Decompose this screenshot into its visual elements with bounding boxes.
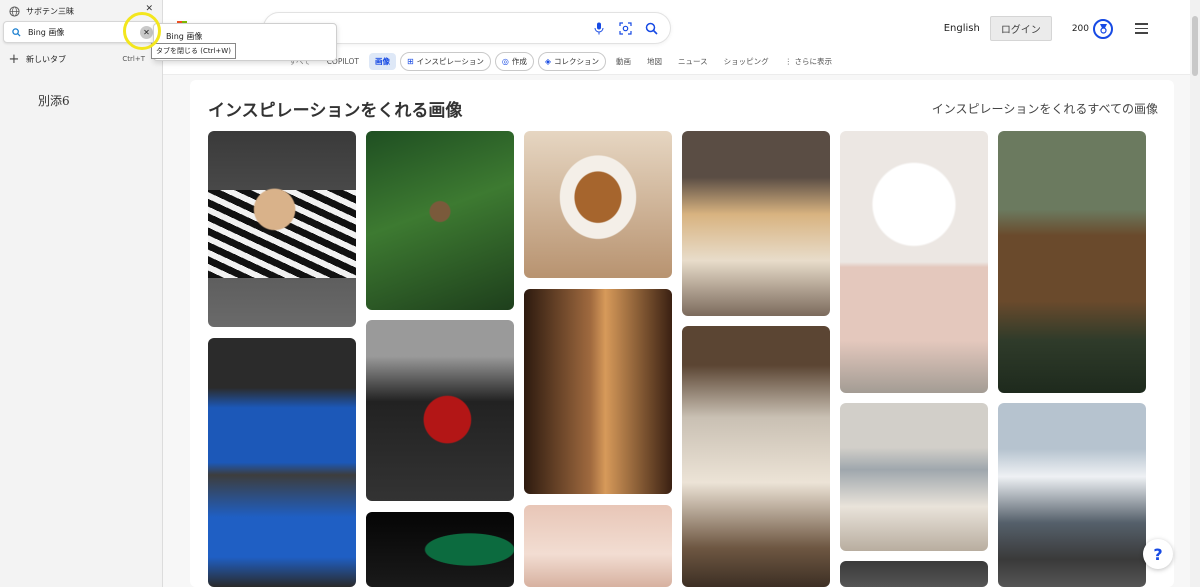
rewards-points[interactable]: 200	[1072, 24, 1089, 34]
inspiration-icon: ⊞	[406, 57, 414, 66]
annotation-note: 別添6	[38, 94, 70, 108]
image-tile-dog-car[interactable]	[208, 131, 356, 327]
image-tile-treehouse[interactable]	[998, 131, 1146, 393]
image-tile-bedroom[interactable]	[840, 403, 988, 551]
vertical-nav: すべて COPILOT 画像 ⊞ インスピレーション ◎ 作成 ◈ コレクション…	[283, 52, 838, 71]
nav-inspiration-label: インスピレーション	[416, 57, 484, 66]
nav-create[interactable]: ◎ 作成	[494, 52, 534, 71]
section-title: インスピレーションをくれる画像	[208, 101, 463, 121]
image-tile-motorcycle[interactable]	[366, 320, 514, 501]
bing-search-icon	[10, 26, 22, 38]
image-tile-poodle[interactable]	[840, 131, 988, 393]
preview-title: Bing 画像	[166, 32, 203, 41]
language-link[interactable]: English	[944, 23, 980, 34]
nav-create-label: 作成	[511, 57, 527, 66]
nav-collections-label: コレクション	[554, 57, 600, 66]
nav-images[interactable]: 画像	[368, 53, 396, 70]
screen: サボテン三昧 ✕ Bing 画像 ✕ + 新しいタブ Ctrl+T 別添6 En…	[0, 0, 1200, 587]
nav-news[interactable]: ニュース	[672, 53, 714, 70]
help-button[interactable]: ?	[1143, 539, 1173, 569]
menu-icon[interactable]	[1135, 23, 1148, 34]
nav-shopping[interactable]: ショッピング	[718, 53, 775, 70]
close-tab-tooltip: タブを閉じる (Ctrl+W)	[151, 43, 236, 59]
login-button[interactable]: ログイン	[989, 16, 1052, 41]
scrollbar-thumb[interactable]	[1192, 16, 1198, 76]
nav-more[interactable]: ⋮ さらに表示	[779, 53, 838, 70]
vertical-tab-sidebar: サボテン三昧 ✕ Bing 画像 ✕ + 新しいタブ Ctrl+T 別添6	[0, 0, 163, 587]
bing-images-page: English ログイン 200 すべて COPILOT 画像 ⊞ インスピレー…	[163, 0, 1190, 587]
new-tab-button[interactable]: + 新しいタブ Ctrl+T	[0, 48, 163, 70]
rewards-medal-icon[interactable]	[1093, 18, 1113, 39]
image-tile-pink-room[interactable]	[524, 505, 672, 587]
image-tile-corridor[interactable]	[524, 289, 672, 494]
image-tile-dark[interactable]	[840, 561, 988, 587]
header-actions: English ログイン 200	[944, 16, 1148, 41]
image-tile-living-room[interactable]	[682, 326, 830, 587]
new-tab-label: 新しいタブ	[26, 54, 66, 64]
tab-label: サボテン三昧	[26, 6, 74, 16]
image-tile-mountain-road[interactable]	[998, 403, 1146, 587]
search-icon[interactable]	[644, 21, 658, 35]
page-scrollbar[interactable]	[1190, 0, 1200, 587]
highlight-circle	[123, 12, 161, 50]
globe-icon	[8, 5, 20, 17]
create-icon: ◎	[501, 57, 509, 66]
new-tab-shortcut: Ctrl+T	[122, 55, 145, 63]
nav-collections[interactable]: ◈ コレクション	[537, 52, 607, 71]
see-all-link[interactable]: インスピレーションをくれるすべての画像	[932, 100, 1158, 117]
tab-label: Bing 画像	[28, 27, 65, 37]
inspiration-section: インスピレーションをくれる画像 インスピレーションをくれるすべての画像	[190, 80, 1174, 587]
microphone-icon[interactable]	[592, 21, 606, 35]
image-tile-beagle[interactable]	[524, 131, 672, 278]
image-tile-blue-car[interactable]	[208, 338, 356, 587]
plus-icon: +	[8, 51, 20, 67]
image-tile-forest-resort[interactable]	[366, 131, 514, 310]
image-tile-green-car[interactable]	[366, 512, 514, 587]
nav-inspiration[interactable]: ⊞ インスピレーション	[399, 52, 491, 71]
collections-icon: ◈	[544, 57, 552, 66]
visual-search-icon[interactable]	[618, 21, 632, 35]
image-tile-balcony[interactable]	[682, 131, 830, 316]
nav-maps[interactable]: 地図	[641, 53, 668, 70]
nav-videos[interactable]: 動画	[610, 53, 637, 70]
